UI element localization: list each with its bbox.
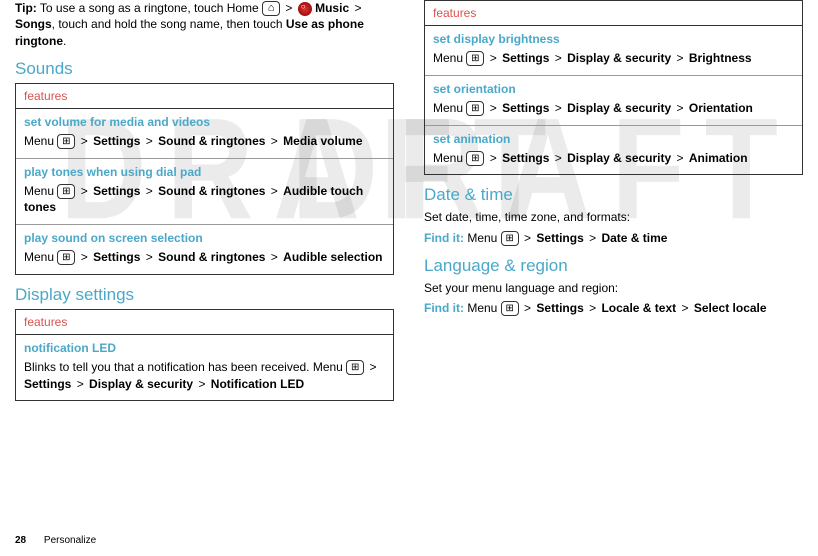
display-table-1: features notification LED Blinks to tell… <box>15 309 394 402</box>
tip-label: Tip: <box>15 1 37 15</box>
menu-icon <box>346 360 364 375</box>
menu-icon <box>501 301 519 316</box>
datetime-heading: Date & time <box>424 185 803 205</box>
feature-body: Blinks to tell you that a notification h… <box>16 357 393 401</box>
music-icon <box>298 2 312 16</box>
menu-icon <box>501 231 519 246</box>
feature-title: set animation <box>425 126 802 148</box>
feature-title: play tones when using dial pad <box>16 159 393 181</box>
feature-body: Menu > Settings > Display & security > O… <box>425 98 802 125</box>
display-heading: Display settings <box>15 285 394 305</box>
right-column: features set display brightness Menu > S… <box>424 0 803 409</box>
feature-title: notification LED <box>16 335 393 357</box>
display-table-2: features set display brightness Menu > S… <box>424 0 803 175</box>
menu-icon <box>57 250 75 265</box>
footer: 28 Personalize <box>15 535 96 546</box>
menu-icon <box>57 184 75 199</box>
feature-body: Menu > Settings > Sound & ringtones > Au… <box>16 247 393 274</box>
menu-icon <box>466 101 484 116</box>
language-desc: Set your menu language and region: <box>424 280 803 296</box>
feature-title: set display brightness <box>425 26 802 48</box>
language-findit: Find it: Menu > Settings > Locale & text… <box>424 300 803 316</box>
features-header: features <box>425 1 802 26</box>
features-header: features <box>16 84 393 109</box>
sounds-table: features set volume for media and videos… <box>15 83 394 275</box>
page-number: 28 <box>15 535 26 546</box>
feature-title: play sound on screen selection <box>16 225 393 247</box>
datetime-findit: Find it: Menu > Settings > Date & time <box>424 230 803 246</box>
datetime-desc: Set date, time, time zone, and formats: <box>424 209 803 225</box>
feature-title: set volume for media and videos <box>16 109 393 131</box>
menu-icon <box>57 134 75 149</box>
left-column: Tip: To use a song as a ringtone, touch … <box>15 0 394 409</box>
menu-icon <box>466 51 484 66</box>
feature-body: Menu > Settings > Sound & ringtones > Me… <box>16 131 393 158</box>
menu-icon <box>466 151 484 166</box>
footer-section: Personalize <box>44 535 96 546</box>
features-header: features <box>16 310 393 335</box>
feature-title: set orientation <box>425 76 802 98</box>
home-icon <box>262 1 280 16</box>
language-heading: Language & region <box>424 256 803 276</box>
feature-body: Menu > Settings > Display & security > B… <box>425 48 802 75</box>
feature-body: Menu > Settings > Display & security > A… <box>425 148 802 175</box>
sounds-heading: Sounds <box>15 59 394 79</box>
tip-paragraph: Tip: To use a song as a ringtone, touch … <box>15 0 394 49</box>
feature-body: Menu > Settings > Sound & ringtones > Au… <box>16 181 393 225</box>
